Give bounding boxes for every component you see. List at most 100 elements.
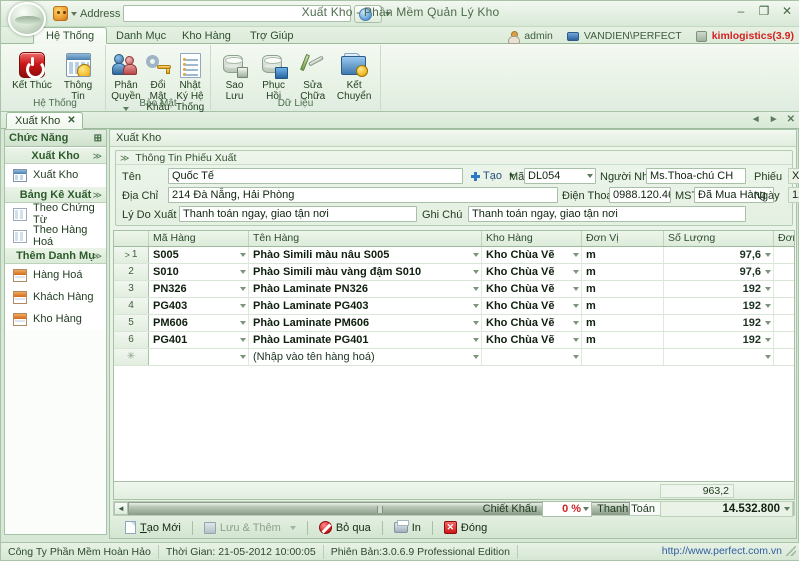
sidebar-item-theo-hang-hoa[interactable]: Theo Hàng Hoá [5, 225, 106, 247]
cell-don-vi[interactable]: m [582, 315, 664, 331]
cell-kho-hang[interactable]: Kho Chùa Vẽ [482, 315, 582, 331]
cell-ma-hang[interactable]: PG401 [149, 332, 249, 348]
scroll-left-icon[interactable]: ◄ [114, 502, 128, 515]
sidebar-item-xuat-kho[interactable]: Xuất Kho [5, 164, 106, 186]
grid-header-ten-hang[interactable]: Tên Hàng [249, 231, 482, 246]
cell-don-gia[interactable]: 16.000 [774, 315, 795, 331]
ghi-chu-input[interactable]: Thanh toán ngay, giao tận nơi [468, 206, 746, 222]
cell-don-vi[interactable]: m [582, 332, 664, 348]
cell-kho-hang[interactable]: Kho Chùa Vẽ [482, 281, 582, 297]
grid-header-ma-hang[interactable]: Mã Hàng [149, 231, 249, 246]
ribbon-button-sao-luu[interactable]: Sao Lưu [216, 48, 253, 102]
cell-so-luong[interactable]: 192 [664, 298, 774, 314]
items-grid[interactable]: Mã Hàng Tên Hàng Kho Hàng Đơn Vị Số Lượn… [113, 230, 795, 482]
cell-don-vi[interactable]: m [582, 264, 664, 280]
ribbon-button-sua-chua[interactable]: Sửa Chữa [294, 48, 331, 102]
chevron-up-icon[interactable]: ≫ [93, 148, 102, 165]
cell-ten-hang[interactable]: Phào Simili màu vàng đậm S010 [249, 264, 482, 280]
bo-qua-button[interactable]: Bỏ qua [310, 518, 380, 538]
cell-ten-hang[interactable]: Phào Laminate PG403 [249, 298, 482, 314]
table-row[interactable]: 2 S010 Phào Simili màu vàng đậm S010 Kho… [114, 264, 794, 281]
row-selector[interactable]: 4 [114, 298, 149, 314]
row-selector[interactable]: 3 [114, 281, 149, 297]
cell-don-vi-new[interactable] [582, 349, 664, 365]
table-row[interactable]: 6 PG401 Phào Laminate PG401 Kho Chùa Vẽ … [114, 332, 794, 349]
chevron-up-icon[interactable]: ≫ [120, 151, 129, 165]
cell-don-vi[interactable]: m [582, 298, 664, 314]
cell-so-luong[interactable]: 192 [664, 281, 774, 297]
dong-button[interactable]: ✕ Đóng [435, 518, 496, 538]
resize-grip-icon[interactable] [786, 546, 796, 556]
ribbon-button-thong-tin[interactable]: Thông Tin [56, 48, 100, 102]
discount-input[interactable]: 0 % [542, 501, 592, 517]
table-new-row[interactable]: ✳ (Nhập vào tên hàng hoá) [114, 349, 794, 366]
cell-so-luong[interactable]: 97,6 [664, 264, 774, 280]
chevron-down-icon[interactable] [290, 526, 296, 530]
chevron-up-icon[interactable]: ≫ [93, 248, 102, 265]
chevron-down-icon[interactable] [784, 507, 790, 511]
cell-so-luong[interactable]: 97,6 [664, 247, 774, 263]
cell-don-gia-new[interactable] [774, 349, 795, 365]
nguoi-nhan-input[interactable]: Ms.Thoa-chú CH [646, 168, 746, 184]
cell-ten-hang[interactable]: Phào Simili màu nâu S005 [249, 247, 482, 263]
chevron-up-icon[interactable]: ≫ [93, 187, 102, 204]
cell-ma-hang[interactable]: S005 [149, 247, 249, 263]
document-tab-xuat-kho[interactable]: Xuất Kho ✕ [6, 112, 83, 129]
cell-so-luong[interactable]: 192 [664, 332, 774, 348]
tab-next-icon[interactable]: ► [769, 114, 779, 125]
sidebar-item-theo-chung-tu[interactable]: Theo Chứng Từ [5, 203, 106, 225]
cell-kho-hang[interactable]: Kho Chùa Vẽ [482, 264, 582, 280]
ribbon-tab-he-thong[interactable]: Hệ Thống [33, 27, 107, 44]
grid-header-kho-hang[interactable]: Kho Hàng [482, 231, 582, 246]
ngay-input[interactable]: 12/05/2012 [788, 187, 799, 203]
cell-ma-hang[interactable]: PN326 [149, 281, 249, 297]
cell-kho-hang[interactable]: Kho Chùa Vẽ [482, 332, 582, 348]
dia-chi-input[interactable]: 214 Đà Nẵng, Hải Phòng [168, 187, 558, 203]
row-selector[interactable]: >1 [114, 247, 149, 263]
row-selector[interactable]: 5 [114, 315, 149, 331]
table-row[interactable]: >1 S005 Phào Simili màu nâu S005 Kho Chù… [114, 247, 794, 264]
close-icon[interactable]: ✕ [67, 113, 75, 129]
cell-don-gia[interactable]: 16.000 [774, 298, 795, 314]
sidebar-item-hang-hoa[interactable]: Hàng Hoá [5, 264, 106, 286]
cell-ma-hang[interactable]: PM606 [149, 315, 249, 331]
sidebar-item-kho-hang[interactable]: Kho Hàng [5, 308, 106, 330]
minimize-button[interactable]: – [734, 4, 748, 18]
in-button[interactable]: In [385, 518, 430, 538]
sidebar-group-xuat-kho[interactable]: Xuất Kho ≫ [5, 147, 106, 164]
ma-input[interactable]: DL054 [524, 168, 596, 184]
cell-ten-hang[interactable]: Phào Laminate PG401 [249, 332, 482, 348]
sidebar-group-them-danh-muc[interactable]: Thêm Danh Mụ ≫ [5, 247, 106, 264]
row-selector[interactable]: 6 [114, 332, 149, 348]
ribbon-tab-tro-giup[interactable]: Trợ Giúp [237, 27, 306, 44]
table-row[interactable]: 4 PG403 Phào Laminate PG403 Kho Chùa Vẽ … [114, 298, 794, 315]
ribbon-button-phuc-hoi[interactable]: Phục Hồi [255, 48, 292, 102]
cell-so-luong-new[interactable] [664, 349, 774, 365]
cell-ten-hang[interactable]: Phào Laminate PN326 [249, 281, 482, 297]
cell-don-gia[interactable]: 11.500 [774, 264, 795, 280]
cell-don-vi[interactable]: m [582, 281, 664, 297]
cell-kho-hang-new[interactable] [482, 349, 582, 365]
table-row[interactable]: 3 PN326 Phào Laminate PN326 Kho Chùa Vẽ … [114, 281, 794, 298]
cell-don-vi[interactable]: m [582, 247, 664, 263]
luu-va-them-button[interactable]: Lưu & Thêm [195, 518, 305, 538]
sidebar-group-bang-ke-xuat[interactable]: Bảng Kê Xuất ≫ [5, 186, 106, 203]
grid-header-so-luong[interactable]: Số Lượng [664, 231, 774, 246]
grid-header-don-vi[interactable]: Đơn Vị [582, 231, 664, 246]
payment-value-box[interactable]: 14.532.800 [660, 501, 793, 517]
cell-kho-hang[interactable]: Kho Chùa Vẽ [482, 247, 582, 263]
table-row[interactable]: 5 PM606 Phào Laminate PM606 Kho Chùa Vẽ … [114, 315, 794, 332]
cell-ma-hang-new[interactable] [149, 349, 249, 365]
cell-don-gia[interactable]: 16.000 [774, 281, 795, 297]
ly-do-xuat-input[interactable]: Thanh toán ngay, giao tận nơi [179, 206, 417, 222]
tao-moi-button[interactable]: Tạo Mới [116, 518, 190, 538]
status-url-link[interactable]: http://www.perfect.com.vn [662, 545, 782, 557]
cell-ma-hang[interactable]: PG403 [149, 298, 249, 314]
grid-header-don-gia[interactable]: Đơn Giá [774, 231, 795, 246]
chevron-down-icon[interactable] [587, 174, 593, 178]
ten-input[interactable]: Quốc Tế [168, 168, 463, 184]
tab-prev-icon[interactable]: ◄ [751, 114, 761, 125]
sidebar-item-khach-hang[interactable]: Khách Hàng [5, 286, 106, 308]
cell-ma-hang[interactable]: S010 [149, 264, 249, 280]
chevron-down-icon[interactable] [583, 507, 589, 511]
